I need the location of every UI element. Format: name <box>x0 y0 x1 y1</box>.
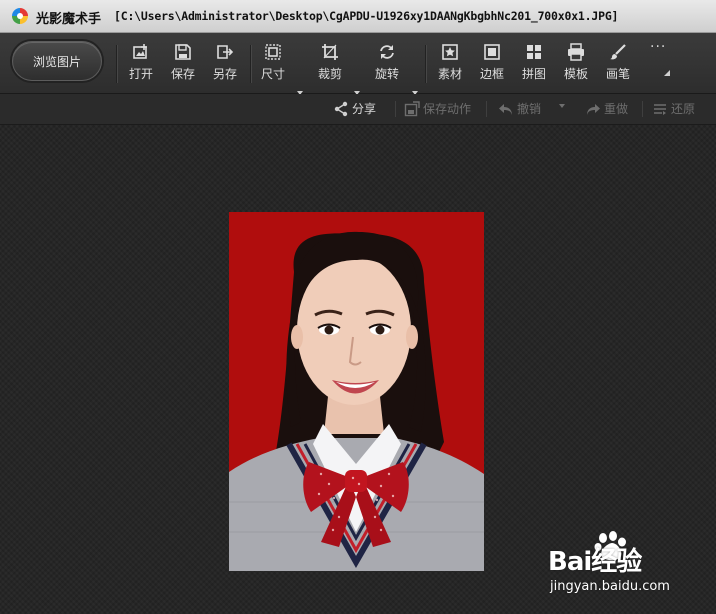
resize-button[interactable]: 尺寸 <box>253 43 293 89</box>
border-label: 边框 <box>479 67 504 81</box>
rotate-label: 旋转 <box>374 67 399 81</box>
action-divider <box>395 101 396 117</box>
restore-button[interactable]: 还原 <box>652 100 695 118</box>
material-icon <box>442 44 458 60</box>
material-label: 素材 <box>437 67 462 81</box>
action-divider <box>486 101 487 117</box>
border-button[interactable]: 边框 <box>472 43 512 89</box>
template-icon <box>568 43 584 61</box>
material-button[interactable]: 素材 <box>430 43 470 89</box>
save-button[interactable]: 保存 <box>163 43 203 89</box>
share-label: 分享 <box>352 102 377 116</box>
save-label: 保存 <box>170 67 195 81</box>
action-bar: 分享 保存动作 撤销 重做 还原 <box>0 94 716 125</box>
app-logo-icon <box>12 8 28 24</box>
watermark-brand: Bai经验 <box>548 547 642 577</box>
brush-button[interactable]: 画笔 <box>598 43 638 89</box>
save-as-label: 另存 <box>212 67 237 81</box>
collage-label: 拼图 <box>521 67 546 81</box>
more-tools-icon[interactable]: ··· <box>650 39 666 55</box>
open-image-icon <box>133 44 147 59</box>
title-bar: 光影魔术手 [C:\Users\Administrator\Desktop\Cg… <box>0 0 716 33</box>
baidu-watermark: Bai经验 jingyan.baidu.com <box>548 531 708 609</box>
template-button[interactable]: 模板 <box>556 43 596 89</box>
brush-label: 画笔 <box>605 67 630 81</box>
watermark-url: jingyan.baidu.com <box>550 579 670 594</box>
browse-images-button[interactable]: 浏览图片 <box>12 41 102 81</box>
rotate-icon <box>380 45 394 59</box>
crop-label: 裁剪 <box>317 67 342 81</box>
brush-icon <box>610 44 626 60</box>
save-as-icon <box>217 45 234 59</box>
save-as-button[interactable]: 另存 <box>205 43 245 89</box>
share-icon <box>334 101 348 116</box>
save-icon <box>175 44 191 60</box>
share-button[interactable]: 分享 <box>333 100 376 118</box>
id-photo <box>229 212 484 571</box>
open-button[interactable]: 打开 <box>121 43 161 89</box>
app-name: 光影魔术手 <box>36 12 102 27</box>
redo-icon <box>587 103 600 115</box>
action-divider <box>642 101 643 117</box>
resize-icon <box>265 44 281 60</box>
toolbar-divider <box>250 45 252 83</box>
undo-button[interactable]: 撤销 <box>498 100 541 118</box>
redo-label: 重做 <box>604 102 629 116</box>
open-label: 打开 <box>128 67 153 81</box>
template-label: 模板 <box>563 67 588 81</box>
crop-button[interactable]: 裁剪 <box>310 43 350 89</box>
undo-dropdown-icon[interactable] <box>559 104 565 108</box>
image-canvas[interactable]: Bai经验 jingyan.baidu.com <box>0 125 716 614</box>
save-action-icon <box>404 100 420 116</box>
redo-button[interactable]: 重做 <box>585 100 628 118</box>
portrait-image <box>229 212 484 571</box>
save-action-button[interactable]: 保存动作 <box>404 100 471 118</box>
collage-icon <box>527 45 541 59</box>
file-path: [C:\Users\Administrator\Desktop\CgAPDU-U… <box>114 9 619 23</box>
undo-icon <box>499 103 512 115</box>
toolbar-divider <box>425 45 427 83</box>
resize-label: 尺寸 <box>260 67 285 81</box>
main-toolbar: 浏览图片 打开 保存 另存 尺寸 裁剪 旋转 素材 边框 拼图 模板 画笔 ··… <box>0 33 716 95</box>
restore-label: 还原 <box>671 102 696 116</box>
toolbar-expand-icon[interactable] <box>664 70 670 76</box>
border-icon <box>484 44 500 60</box>
save-action-label: 保存动作 <box>423 102 472 116</box>
crop-icon <box>322 44 338 60</box>
rotate-button[interactable]: 旋转 <box>367 43 407 89</box>
undo-label: 撤销 <box>517 102 542 116</box>
restore-icon <box>654 103 666 115</box>
collage-button[interactable]: 拼图 <box>514 43 554 89</box>
toolbar-divider <box>116 45 118 83</box>
